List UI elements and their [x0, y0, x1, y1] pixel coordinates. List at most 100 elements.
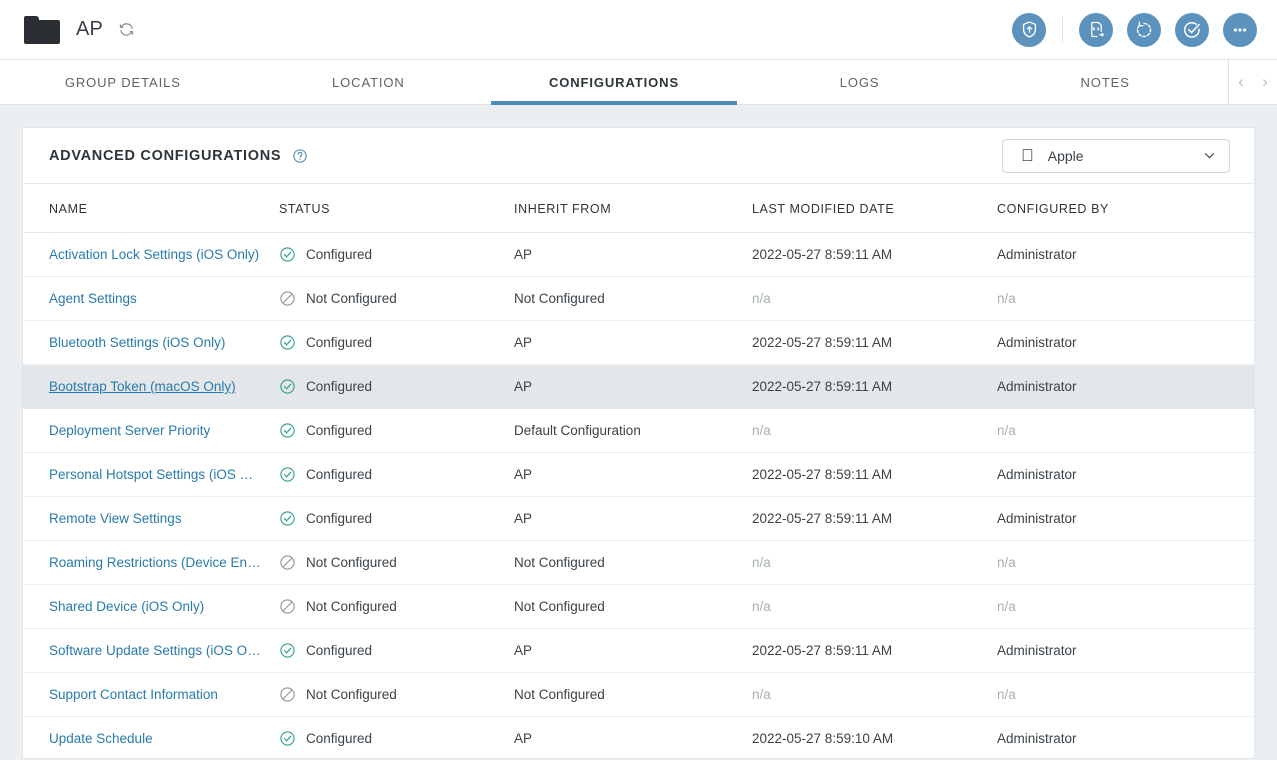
tab-notes[interactable]: NOTES: [982, 60, 1228, 104]
cell-inherit-from: Not Configured: [514, 541, 752, 585]
configuration-link[interactable]: Bluetooth Settings (iOS Only): [49, 335, 225, 350]
cell-status: Configured: [279, 717, 514, 760]
cell-name: Remote View Settings: [23, 497, 279, 541]
cell-name: Software Update Settings (iOS O…: [23, 629, 279, 673]
cell-last-modified-date: n/a: [752, 541, 997, 585]
status-label: Not Configured: [306, 687, 397, 702]
cell-last-modified-date: n/a: [752, 277, 997, 321]
cell-name: Update Schedule: [23, 717, 279, 760]
tab-configurations[interactable]: CONFIGURATIONS: [491, 60, 737, 104]
column-header-status[interactable]: STATUS: [279, 184, 514, 233]
configuration-link[interactable]: Personal Hotspot Settings (iOS …: [49, 467, 253, 482]
topbar-actions: [1012, 13, 1257, 47]
platform-select[interactable]:  Apple: [1002, 139, 1230, 173]
status-label: Not Configured: [306, 599, 397, 614]
more-ellipsis-icon[interactable]: [1223, 13, 1257, 47]
folder-icon: [24, 16, 60, 44]
tab-group-details[interactable]: GROUP DETAILS: [0, 60, 246, 104]
configuration-link[interactable]: Roaming Restrictions (Device En…: [49, 555, 261, 570]
tab-logs[interactable]: LOGS: [737, 60, 983, 104]
column-header-inherit-from[interactable]: INHERIT FROM: [514, 184, 752, 233]
cell-configured-by: Administrator: [997, 453, 1254, 497]
cell-last-modified-date: n/a: [752, 673, 997, 717]
cell-name: Roaming Restrictions (Device En…: [23, 541, 279, 585]
column-header-configured-by[interactable]: CONFIGURED BY: [997, 184, 1254, 233]
cell-configured-by: n/a: [997, 585, 1254, 629]
status-label: Configured: [306, 247, 372, 262]
table-header-row: NAMESTATUSINHERIT FROMLAST MODIFIED DATE…: [23, 184, 1254, 233]
cell-status: Configured: [279, 453, 514, 497]
table-row[interactable]: Agent Settings Not Configured Not Configur…: [23, 277, 1254, 321]
code-export-icon[interactable]: [1079, 13, 1113, 47]
table-row[interactable]: Activation Lock Settings (iOS Only) Confi…: [23, 233, 1254, 277]
configuration-link[interactable]: Software Update Settings (iOS O…: [49, 643, 261, 658]
table-row[interactable]: Deployment Server PriorityConfiguredDefa…: [23, 409, 1254, 453]
cell-configured-by: Administrator: [997, 365, 1254, 409]
column-header-last-modified-date[interactable]: LAST MODIFIED DATE: [752, 184, 997, 233]
cell-last-modified-date: 2022-05-27 8:59:11 AM: [752, 497, 997, 541]
configuration-link[interactable]: Update Schedule: [49, 731, 153, 746]
slash-circle-icon: [279, 686, 296, 703]
tab-bar: GROUP DETAILSLOCATIONCONFIGURATIONSLOGSN…: [0, 60, 1277, 105]
table-row[interactable]: Bootstrap Token (macOS Only) Configured AP…: [23, 365, 1254, 409]
cell-status: Configured: [279, 233, 514, 277]
cell-name: Activation Lock Settings (iOS Only): [23, 233, 279, 277]
platform-select-value: Apple: [1048, 148, 1084, 164]
cell-status: Configured: [279, 321, 514, 365]
cell-configured-by: Administrator: [997, 497, 1254, 541]
card-header: ADVANCED CONFIGURATIONS  Apple: [23, 128, 1254, 184]
status-label: Configured: [306, 423, 372, 438]
configuration-link[interactable]: Remote View Settings: [49, 511, 182, 526]
configuration-link[interactable]: Agent Settings: [49, 291, 137, 306]
check-circle-icon: [279, 378, 296, 395]
cell-inherit-from: AP: [514, 365, 752, 409]
status-label: Configured: [306, 511, 372, 526]
configuration-link[interactable]: Shared Device (iOS Only): [49, 599, 204, 614]
status-label: Configured: [306, 335, 372, 350]
cell-inherit-from: Not Configured: [514, 277, 752, 321]
status-label: Not Configured: [306, 555, 397, 570]
cell-status: Configured: [279, 409, 514, 453]
column-header-name[interactable]: NAME: [23, 184, 279, 233]
check-circle-icon: [279, 730, 296, 747]
status-label: Configured: [306, 731, 372, 746]
table-row[interactable]: Personal Hotspot Settings (iOS … Configur…: [23, 453, 1254, 497]
cell-inherit-from: Not Configured: [514, 585, 752, 629]
configuration-link[interactable]: Support Contact Information: [49, 687, 218, 702]
table-row[interactable]: Support Contact Information Not Configure…: [23, 673, 1254, 717]
tab-location[interactable]: LOCATION: [246, 60, 492, 104]
status-label: Not Configured: [306, 291, 397, 306]
cell-last-modified-date: 2022-05-27 8:59:11 AM: [752, 233, 997, 277]
status-label: Configured: [306, 467, 372, 482]
cell-last-modified-date: 2022-05-27 8:59:11 AM: [752, 453, 997, 497]
configuration-link[interactable]: Deployment Server Priority: [49, 423, 210, 438]
sync-refresh-icon[interactable]: [1127, 13, 1161, 47]
status-label: Configured: [306, 379, 372, 394]
cell-status: Configured: [279, 497, 514, 541]
table-row[interactable]: Update ScheduleConfiguredAP2022-05-27 8:…: [23, 717, 1254, 760]
table-header: NAMESTATUSINHERIT FROMLAST MODIFIED DATE…: [23, 184, 1254, 233]
cell-configured-by: Administrator: [997, 717, 1254, 760]
configuration-link[interactable]: Bootstrap Token (macOS Only): [49, 379, 236, 394]
configuration-link[interactable]: Activation Lock Settings (iOS Only): [49, 247, 259, 262]
table-row[interactable]: Bluetooth Settings (iOS Only)ConfiguredA…: [23, 321, 1254, 365]
tab-prev-arrow[interactable]: ‹: [1229, 60, 1253, 105]
top-bar: AP: [0, 0, 1277, 60]
table-row[interactable]: Shared Device (iOS Only) Not Configured No…: [23, 585, 1254, 629]
table-row[interactable]: Remote View SettingsConfiguredAP2022-05-…: [23, 497, 1254, 541]
cell-inherit-from: AP: [514, 629, 752, 673]
page-title: AP: [76, 18, 103, 41]
shield-upload-icon[interactable]: [1012, 13, 1046, 47]
cell-last-modified-date: n/a: [752, 409, 997, 453]
check-circle-icon[interactable]: [1175, 13, 1209, 47]
table-row[interactable]: Roaming Restrictions (Device En… Not Conf…: [23, 541, 1254, 585]
tab-nav: ‹ ›: [1228, 60, 1277, 104]
refresh-icon[interactable]: [117, 21, 135, 39]
table-row[interactable]: Software Update Settings (iOS O…Configur…: [23, 629, 1254, 673]
tab-next-arrow[interactable]: ›: [1253, 60, 1277, 105]
section-title: ADVANCED CONFIGURATIONS: [49, 148, 281, 164]
check-circle-icon: [279, 510, 296, 527]
check-circle-icon: [279, 246, 296, 263]
cell-inherit-from: AP: [514, 233, 752, 277]
help-circle-icon[interactable]: [292, 148, 308, 164]
